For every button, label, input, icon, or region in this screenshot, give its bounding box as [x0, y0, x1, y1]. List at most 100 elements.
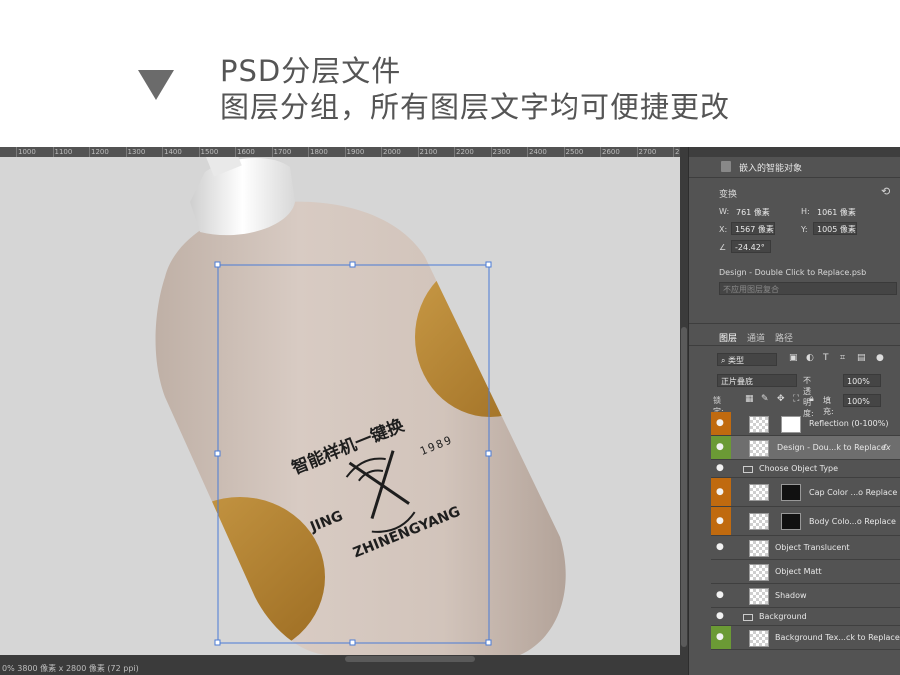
document-canvas[interactable]: 智能样机一键换 1989 JING ZHINENGYANG	[0, 157, 680, 655]
layer-mask-thumbnail	[781, 415, 801, 433]
fx-icon[interactable]: fx	[883, 443, 891, 452]
visibility-toggle[interactable]: ●	[711, 626, 731, 649]
layer-mask-thumbnail	[781, 484, 801, 501]
angle-input[interactable]: -24.42°	[731, 240, 771, 253]
smart-object-type: 嵌入的智能对象	[739, 164, 803, 174]
filter-type-select[interactable]: ⌕ 类型	[717, 353, 777, 366]
visibility-toggle[interactable]: ●	[711, 460, 731, 477]
fill-input[interactable]: 100%	[843, 394, 881, 407]
layer-comp-select[interactable]: 不应用图层复合	[719, 282, 897, 295]
lock-artboard-icon[interactable]: ⛶	[793, 394, 799, 404]
blend-mode-select[interactable]: 正片叠底	[717, 374, 797, 387]
ruler-tick	[673, 147, 674, 157]
ruler-tick	[271, 147, 273, 157]
eye-icon: ●	[716, 632, 724, 642]
w-label: W:	[719, 207, 730, 216]
eye-icon: ●	[716, 418, 724, 428]
filter-toggle-icon[interactable]: ●	[876, 353, 884, 363]
layer-row[interactable]: ● Object Translucent	[711, 536, 900, 560]
header: PSD分层文件 图层分组，所有图层文字均可便捷更改	[0, 0, 900, 147]
visibility-toggle[interactable]: ●	[711, 536, 731, 559]
ruler-label: 2700	[638, 148, 657, 156]
layer-thumbnail	[749, 587, 769, 605]
layer-name: Object Translucent	[775, 543, 850, 552]
layers-list: ● Reflection (0-100%) ● Design - Dou...k to…	[711, 412, 900, 675]
y-input[interactable]: 1005 像素	[813, 222, 857, 235]
visibility-toggle[interactable]	[711, 560, 731, 583]
ruler-label: 2600	[602, 148, 620, 156]
properties-section: 嵌入的智能对象 变换 ⟲ W: 761 像素 H: 1061 像素 X: 156…	[689, 157, 900, 317]
visibility-toggle[interactable]: ●	[711, 584, 731, 607]
bottle-body	[155, 201, 566, 655]
ruler-tick	[527, 147, 528, 157]
visibility-toggle[interactable]: ●	[711, 412, 731, 435]
layer-row[interactable]: ● Cap Color ...o Replace	[711, 478, 900, 507]
layer-row[interactable]: Object Matt	[711, 560, 900, 584]
layer-row[interactable]: ● Shadow	[711, 584, 900, 608]
type-filter-icon[interactable]: T	[823, 353, 829, 363]
lock-brush-icon[interactable]: ✎	[761, 394, 769, 404]
layer-row[interactable]: ● Background	[711, 608, 900, 626]
lock-move-icon[interactable]: ✥	[777, 394, 785, 404]
tab-channels[interactable]: 通道	[747, 331, 765, 344]
opacity-input[interactable]: 100%	[843, 374, 881, 387]
properties-layers-panel: 嵌入的智能对象 变换 ⟲ W: 761 像素 H: 1061 像素 X: 156…	[688, 147, 900, 675]
h-value[interactable]: 1061 像素	[817, 207, 856, 218]
ruler-tick	[308, 147, 309, 157]
shape-filter-icon[interactable]: ⌗	[840, 353, 845, 363]
x-input[interactable]: 1567 像素	[731, 222, 775, 235]
vertical-scrollbar[interactable]	[680, 147, 688, 655]
ruler-tick	[125, 147, 127, 157]
search-icon: ⌕	[721, 356, 726, 365]
scroll-thumb[interactable]	[681, 327, 687, 647]
layer-name: Choose Object Type	[759, 464, 839, 473]
layer-row[interactable]: ● Reflection (0-100%)	[711, 412, 900, 436]
layer-thumbnail	[749, 484, 769, 501]
ruler-label: 1300	[127, 148, 146, 156]
lock-transparent-icon[interactable]: ▦	[745, 394, 754, 404]
layer-thumbnail	[749, 513, 769, 530]
layer-name: Design - Dou...k to Replace	[777, 443, 886, 452]
adjustment-filter-icon[interactable]: ◐	[806, 353, 814, 363]
layer-row[interactable]: ● Design - Dou...k to Replace fx	[711, 436, 900, 460]
page-subtitle: 图层分组，所有图层文字均可便捷更改	[220, 90, 731, 124]
layer-name: Background Tex...ck to Replace	[775, 633, 900, 642]
layer-thumbnail	[749, 563, 769, 581]
ruler-tick	[162, 147, 163, 157]
tab-layers[interactable]: 图层	[719, 331, 737, 344]
visibility-toggle[interactable]: ●	[711, 436, 731, 459]
lock-all-icon[interactable]: 🔒︎	[809, 394, 814, 404]
pixel-filter-icon[interactable]: ▣	[789, 353, 798, 363]
smart-filter-icon[interactable]: ▤	[857, 353, 866, 363]
folder-icon	[743, 465, 753, 473]
eye-icon: ●	[716, 442, 724, 452]
ruler-tick	[417, 147, 419, 157]
tab-paths[interactable]: 路径	[775, 331, 793, 344]
angle-icon: ∠	[719, 243, 727, 252]
linked-file-name: Design - Double Click to Replace.psb	[719, 268, 867, 277]
ruler-tick	[89, 147, 90, 157]
ruler-label: 1700	[273, 148, 292, 156]
layer-name: Body Colo...o Replace	[809, 516, 896, 526]
ruler-tick	[344, 147, 346, 157]
ruler-label: 2400	[529, 148, 547, 156]
w-value[interactable]: 761 像素	[736, 207, 770, 218]
visibility-toggle[interactable]: ●	[711, 608, 731, 625]
ruler-tick	[381, 147, 382, 157]
layer-row[interactable]: ● Background Tex...ck to Replace	[711, 626, 900, 650]
ruler-tick	[16, 147, 17, 157]
reset-icon[interactable]: ⟲	[881, 185, 890, 198]
visibility-toggle[interactable]: ●	[711, 507, 731, 535]
layer-row[interactable]: ● Choose Object Type	[711, 460, 900, 478]
filter-type-label: 类型	[728, 356, 745, 365]
panel-title-bar	[689, 147, 900, 157]
eye-icon: ●	[716, 542, 724, 552]
ruler-label: 2300	[492, 148, 511, 156]
horizontal-scrollbar[interactable]	[0, 655, 688, 663]
visibility-toggle[interactable]: ●	[711, 478, 731, 506]
transform-label: 变换	[719, 190, 738, 200]
eye-icon: ●	[716, 611, 724, 621]
layer-name: Shadow	[775, 591, 807, 600]
scroll-thumb[interactable]	[345, 656, 475, 662]
layer-row[interactable]: ● Body Colo...o Replace	[711, 507, 900, 536]
